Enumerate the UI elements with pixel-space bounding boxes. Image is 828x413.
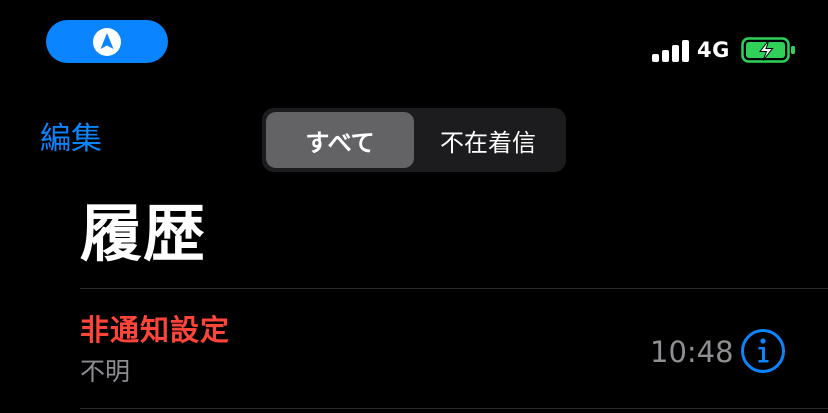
edit-button[interactable]: 編集 (40, 118, 102, 160)
list-divider (80, 408, 828, 409)
status-bar: 4G (0, 0, 828, 90)
segment-all[interactable]: すべて (266, 112, 414, 168)
battery-charging-icon (741, 37, 795, 63)
cellular-signal-icon (652, 38, 690, 62)
segment-missed[interactable]: 不在着信 (414, 112, 562, 168)
caller-name: 非通知設定 (80, 313, 231, 347)
caller-type: 不明 (80, 357, 131, 386)
call-history-row[interactable]: 非通知設定 不明 10:48 (80, 289, 828, 408)
call-filter-segmented-control: すべて 不在着信 (262, 108, 566, 172)
page-title: 履歴 (80, 197, 207, 270)
info-circle-icon[interactable] (740, 328, 786, 374)
navigation-pill[interactable] (46, 20, 168, 63)
call-time: 10:48 (650, 335, 734, 369)
location-arrow-icon (93, 27, 121, 56)
network-type: 4G (697, 38, 730, 62)
